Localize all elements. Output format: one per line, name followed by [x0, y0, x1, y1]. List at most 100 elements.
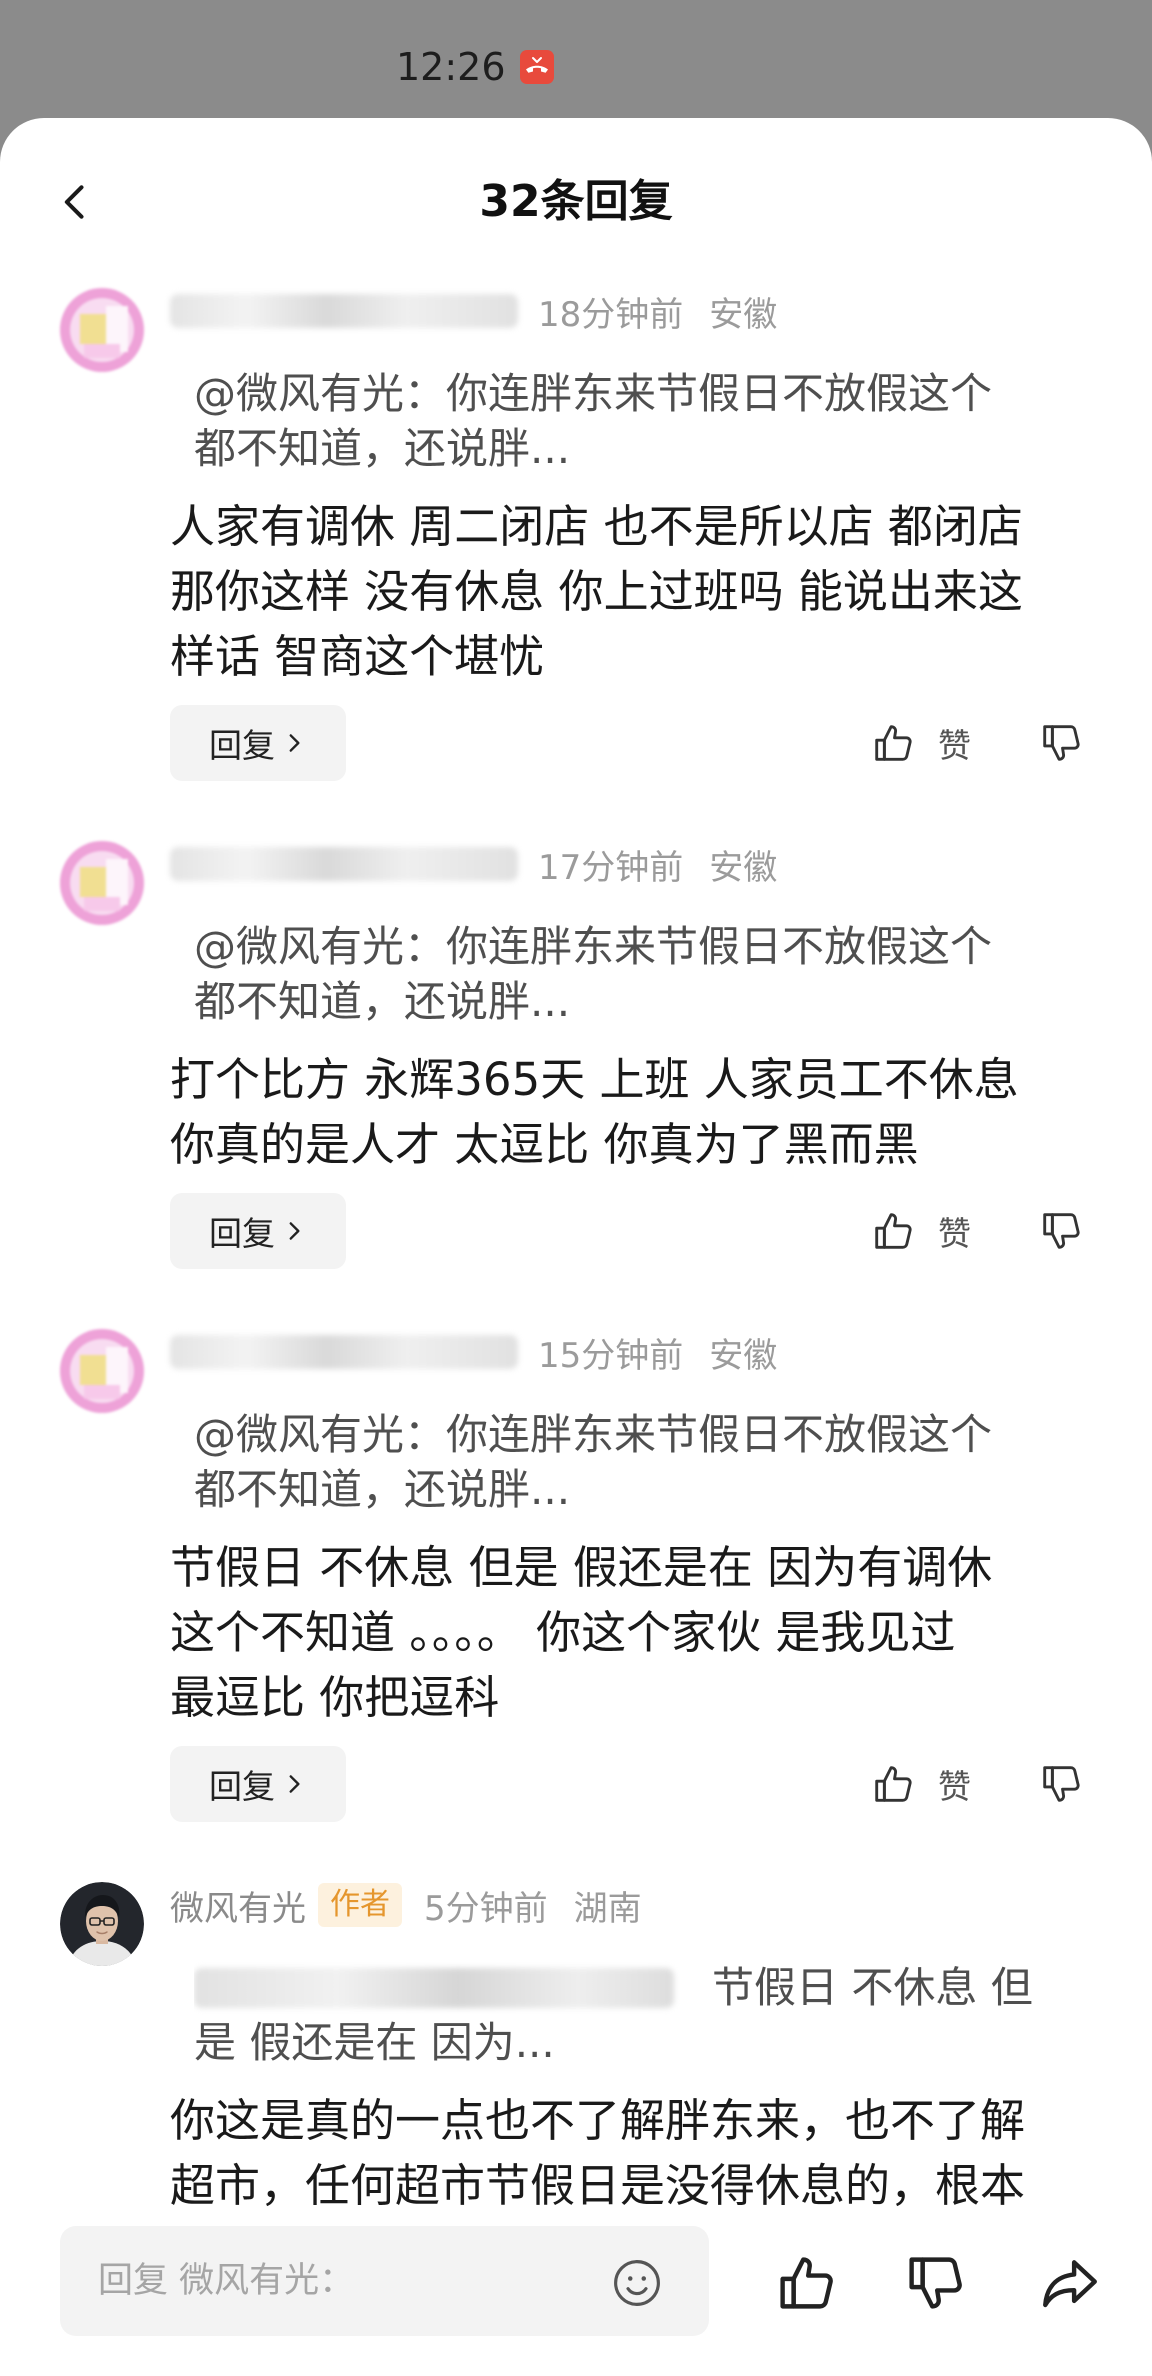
- quote-line: 都不知道，还说胖...: [194, 977, 571, 1026]
- author-name-blurred[interactable]: [170, 1335, 518, 1369]
- comment-body: 你这是真的一点也不了解胖东来，也不了解 超市，任何超市节假日是没得休息的，根本: [170, 2088, 1092, 2218]
- missed-call-icon: [519, 50, 554, 84]
- dislike-button[interactable]: [1036, 1193, 1086, 1269]
- author-name-blurred[interactable]: [170, 294, 518, 328]
- comment-time: 5分钟前: [424, 1888, 548, 1929]
- body-line: 样话 智商这个堪忧: [170, 630, 545, 683]
- comment-meta: 18分钟前 安徽: [170, 288, 1092, 335]
- thumbs-up-icon: [875, 725, 912, 761]
- comment-time: 15分钟前: [538, 1335, 684, 1376]
- quoted-comment[interactable]: 节假日 不休息 但 是 假还是在 因为...: [170, 1960, 1092, 2070]
- user-avatar[interactable]: [60, 1329, 144, 1413]
- comment-location: 湖南: [573, 1888, 642, 1929]
- status-bar: 12:26: [0, 0, 1152, 118]
- like-label: 赞: [938, 1214, 971, 1253]
- like-button[interactable]: 赞: [870, 705, 971, 781]
- comment-time: 17分钟前: [538, 847, 684, 888]
- body-line: 你真的是人才 太逗比 你真为了黑而黑: [170, 1118, 919, 1171]
- back-button[interactable]: [46, 172, 106, 232]
- body-line: 这个不知道 。。。。 你这个家伙 是我见过: [170, 1606, 956, 1659]
- reply-button-label: 回复: [209, 1214, 275, 1253]
- quote-line: 都不知道，还说胖...: [194, 1465, 571, 1514]
- reply-input-box[interactable]: [60, 2226, 709, 2336]
- bottom-like-button[interactable]: [773, 2250, 839, 2316]
- reply-button[interactable]: 回复: [170, 705, 346, 781]
- reply-button[interactable]: 回复: [170, 1193, 346, 1269]
- comment-location: 安徽: [709, 847, 778, 888]
- comment-body: 打个比方 永辉365天 上班 人家员工不休息 你真的是人才 太逗比 你真为了黑而…: [170, 1047, 1092, 1177]
- chevron-right-icon: [289, 734, 300, 752]
- author-avatar-image: [60, 1882, 144, 1966]
- like-button[interactable]: 赞: [870, 1193, 971, 1269]
- body-line: 打个比方 永辉365天 上班 人家员工不休息: [170, 1053, 1019, 1106]
- body-line: 人家有调休 周二闭店 也不是所以店 都闭店: [170, 500, 1023, 553]
- chevron-right-icon: [289, 1775, 300, 1793]
- body-line: 你这是真的一点也不了解胖东来，也不了解: [170, 2094, 1026, 2147]
- like-label: 赞: [938, 726, 971, 765]
- comment-time: 18分钟前: [538, 294, 684, 335]
- quote-line: 都不知道，还说胖...: [194, 424, 571, 473]
- quoted-comment[interactable]: @微风有光：你连胖东来节假日不放假这个 都不知道，还说胖...: [170, 366, 1092, 476]
- comment-body: 节假日 不休息 但是 假还是在 因为有调休 这个不知道 。。。。 你这个家伙 是…: [170, 1535, 1092, 1730]
- thumbs-up-icon: [780, 2257, 833, 2309]
- quote-line: @微风有光：你连胖东来节假日不放假这个: [194, 1410, 993, 1459]
- body-line: 超市，任何超市节假日是没得休息的，根本: [170, 2159, 1026, 2212]
- comment-actions: 回复 赞: [170, 705, 1092, 781]
- quote-line-text: 节假日 不休息 但: [712, 1963, 1033, 2012]
- quote-line: 是 假还是在 因为...: [194, 2018, 555, 2067]
- comment-location: 安徽: [709, 294, 778, 335]
- chevron-right-icon: [289, 1222, 300, 1240]
- author-name-blurred[interactable]: [170, 847, 518, 881]
- bottom-dislike-button[interactable]: [902, 2250, 968, 2316]
- thumbs-down-icon: [1043, 725, 1080, 761]
- comment-item: 微风有光 作者 5分钟前 湖南 节假日 不休息 但 是 假还是在 因为... 你…: [0, 1882, 1152, 2218]
- quote-line: 节假日 不休息 但: [194, 1960, 1092, 2015]
- reply-input[interactable]: [60, 2226, 600, 2336]
- user-avatar[interactable]: [60, 841, 144, 925]
- user-avatar[interactable]: [60, 288, 144, 372]
- smiley-icon: [614, 2260, 660, 2306]
- thumbs-down-icon: [1043, 1213, 1080, 1249]
- body-line: 那你这样 没有休息 你上过班吗 能说出来这: [170, 565, 1023, 618]
- replies-sheet: 32条回复 18分钟前 安徽 @微风有光：你连胖东来节假日不放假这个 都不知道，…: [0, 118, 1152, 2376]
- author-badge: 作者: [318, 1883, 402, 1927]
- like-button[interactable]: 赞: [870, 1746, 971, 1822]
- thumbs-up-icon: [875, 1213, 912, 1249]
- body-line: 最逗比 你把逗科: [170, 1671, 500, 1724]
- comment-item: 15分钟前 安徽 @微风有光：你连胖东来节假日不放假这个 都不知道，还说胖...…: [0, 1329, 1152, 1822]
- emoji-button[interactable]: [610, 2256, 664, 2310]
- body-line: 节假日 不休息 但是 假还是在 因为有调休: [170, 1541, 993, 1594]
- share-icon: [1043, 2260, 1097, 2308]
- comment-meta: 15分钟前 安徽: [170, 1329, 1092, 1376]
- page-title: 32条回复: [479, 176, 673, 227]
- quoted-author-blurred: [194, 1967, 674, 2008]
- quoted-comment[interactable]: @微风有光：你连胖东来节假日不放假这个 都不知道，还说胖...: [170, 1407, 1092, 1517]
- author-name[interactable]: 微风有光: [170, 1881, 306, 1930]
- comment-item: 17分钟前 安徽 @微风有光：你连胖东来节假日不放假这个 都不知道，还说胖...…: [0, 841, 1152, 1269]
- thumbs-down-icon: [1043, 1766, 1080, 1802]
- chevron-left-icon: [64, 185, 84, 219]
- comment-actions: 回复 赞: [170, 1193, 1092, 1269]
- comment-meta: 微风有光 作者 5分钟前 湖南: [170, 1881, 1092, 1930]
- like-label: 赞: [938, 1767, 971, 1806]
- dislike-button[interactable]: [1036, 705, 1086, 781]
- status-time: 12:26: [396, 45, 506, 89]
- quote-line: @微风有光：你连胖东来节假日不放假这个: [194, 369, 993, 418]
- thumbs-up-icon: [875, 1766, 912, 1802]
- author-avatar[interactable]: [60, 1882, 144, 1966]
- quoted-comment[interactable]: @微风有光：你连胖东来节假日不放假这个 都不知道，还说胖...: [170, 919, 1092, 1029]
- reply-button-label: 回复: [209, 726, 275, 765]
- thumbs-down-icon: [909, 2257, 962, 2309]
- comment-actions: 回复 赞: [170, 1746, 1092, 1822]
- quote-line: @微风有光：你连胖东来节假日不放假这个: [194, 922, 993, 971]
- reply-bar: [0, 2214, 1152, 2376]
- comment-body: 人家有调休 周二闭店 也不是所以店 都闭店 那你这样 没有休息 你上过班吗 能说…: [170, 494, 1092, 689]
- comment-item: 18分钟前 安徽 @微风有光：你连胖东来节假日不放假这个 都不知道，还说胖...…: [0, 288, 1152, 781]
- comment-location: 安徽: [709, 1335, 778, 1376]
- share-button[interactable]: [1037, 2250, 1103, 2316]
- reply-button[interactable]: 回复: [170, 1746, 346, 1822]
- comment-list: 18分钟前 安徽 @微风有光：你连胖东来节假日不放假这个 都不知道，还说胖...…: [0, 288, 1152, 2278]
- dislike-button[interactable]: [1036, 1746, 1086, 1822]
- status-cluster: 12:26: [396, 40, 554, 94]
- reply-button-label: 回复: [209, 1767, 275, 1806]
